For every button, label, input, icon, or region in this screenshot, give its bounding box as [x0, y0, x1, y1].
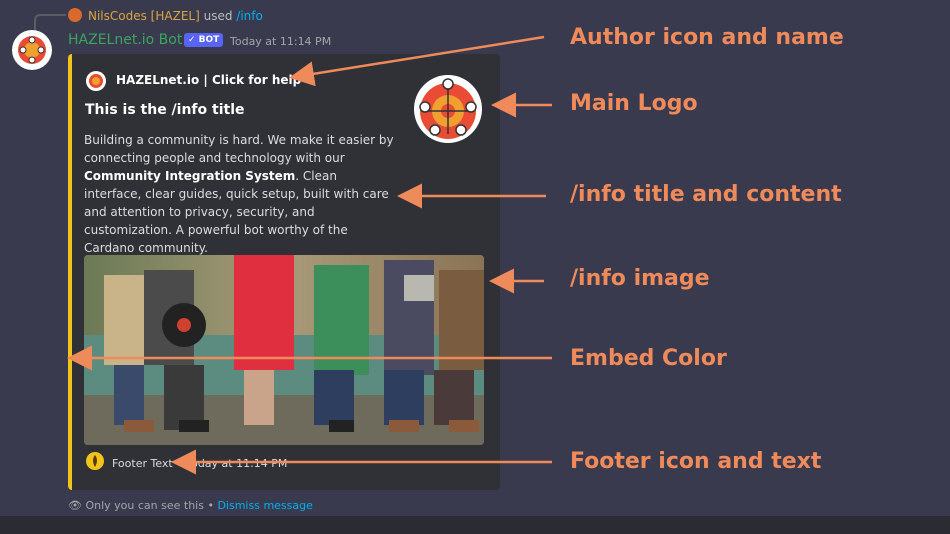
callout-color: Embed Color [570, 346, 727, 371]
callout-image: /info image [570, 266, 710, 291]
arrow-author [289, 35, 545, 87]
callout-footer: Footer icon and text [570, 449, 822, 474]
callout-logo: Main Logo [570, 91, 698, 116]
callout-title-content: /info title and content [570, 182, 842, 207]
callout-author: Author icon and name [570, 25, 844, 50]
